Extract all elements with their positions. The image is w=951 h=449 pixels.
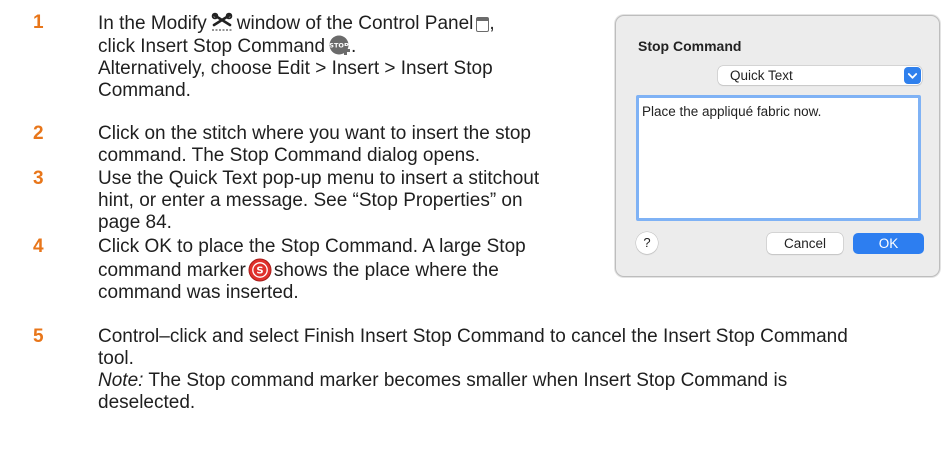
step-line: tool. xyxy=(98,348,134,369)
cancel-button[interactable]: Cancel xyxy=(767,233,843,254)
step-text: Use the Quick Text pop-up menu to insert… xyxy=(98,168,539,234)
scissors-icon xyxy=(211,12,233,32)
stop-marker-icon: S xyxy=(248,258,272,282)
step-text-fragment: . xyxy=(351,36,357,57)
insert-stop-command-icon: STOP xyxy=(329,35,351,57)
step-line: command marker S shows the place where t… xyxy=(98,258,526,282)
step-line: Control–click and select Finish Insert S… xyxy=(98,326,848,347)
step-number: 4 xyxy=(33,236,44,257)
stop-message-textarea[interactable]: Place the appliqué fabric now. xyxy=(636,95,921,221)
stop-marker-text: S xyxy=(256,266,263,277)
step-line: command. The Stop Command dialog opens. xyxy=(98,145,480,166)
step-line: Click on the stitch where you want to in… xyxy=(98,123,531,144)
step-text-fragment: command marker xyxy=(98,260,246,281)
step-line: hint, or enter a message. See “Stop Prop… xyxy=(98,190,523,211)
step-text: Click on the stitch where you want to in… xyxy=(98,123,531,167)
step-text-fragment: click Insert Stop Command xyxy=(98,36,326,57)
ok-button[interactable]: OK xyxy=(853,233,924,254)
step-number: 3 xyxy=(33,168,44,189)
step-line: page 84. xyxy=(98,212,172,233)
step-text: In the Modify window of the Control Pane… xyxy=(98,12,495,102)
note-line: deselected. xyxy=(98,392,196,413)
step-line: Alternatively, choose Edit > Insert > In… xyxy=(98,58,493,79)
step-line: Use the Quick Text pop-up menu to insert… xyxy=(98,168,540,189)
note-label: Note: xyxy=(98,370,144,391)
note-text: The Stop command marker becomes smaller … xyxy=(143,370,788,391)
note-line: Note: The Stop command marker becomes sm… xyxy=(98,370,848,392)
step-text-fragment: , xyxy=(489,13,495,34)
quick-text-select[interactable]: Quick Text xyxy=(718,66,922,85)
step-number: 1 xyxy=(33,12,44,33)
step-text-fragment: In the Modify xyxy=(98,13,207,34)
step-line: command was inserted. xyxy=(98,282,299,303)
step-line: Click OK to place the Stop Command. A la… xyxy=(98,236,526,257)
step-number: 5 xyxy=(33,326,44,347)
stop-command-dialog: Stop Command Quick Text Place the appliq… xyxy=(615,15,940,277)
help-button[interactable]: ? xyxy=(636,232,658,254)
chevron-down-icon[interactable] xyxy=(904,67,921,84)
step-line: In the Modify window of the Control Pane… xyxy=(98,12,495,35)
step-text-fragment: shows the place where the xyxy=(273,260,499,281)
step-line: click Insert Stop Command STOP . xyxy=(98,35,495,58)
dialog-title: Stop Command xyxy=(638,38,742,54)
step-number: 2 xyxy=(33,123,44,144)
quick-text-select-value: Quick Text xyxy=(730,68,793,83)
step-line: Command. xyxy=(98,80,191,101)
step-text: Click OK to place the Stop Command. A la… xyxy=(98,236,526,304)
step-text: Control–click and select Finish Insert S… xyxy=(98,326,848,414)
step-text-fragment: window of the Control Panel xyxy=(236,13,474,34)
control-panel-icon xyxy=(476,17,490,32)
